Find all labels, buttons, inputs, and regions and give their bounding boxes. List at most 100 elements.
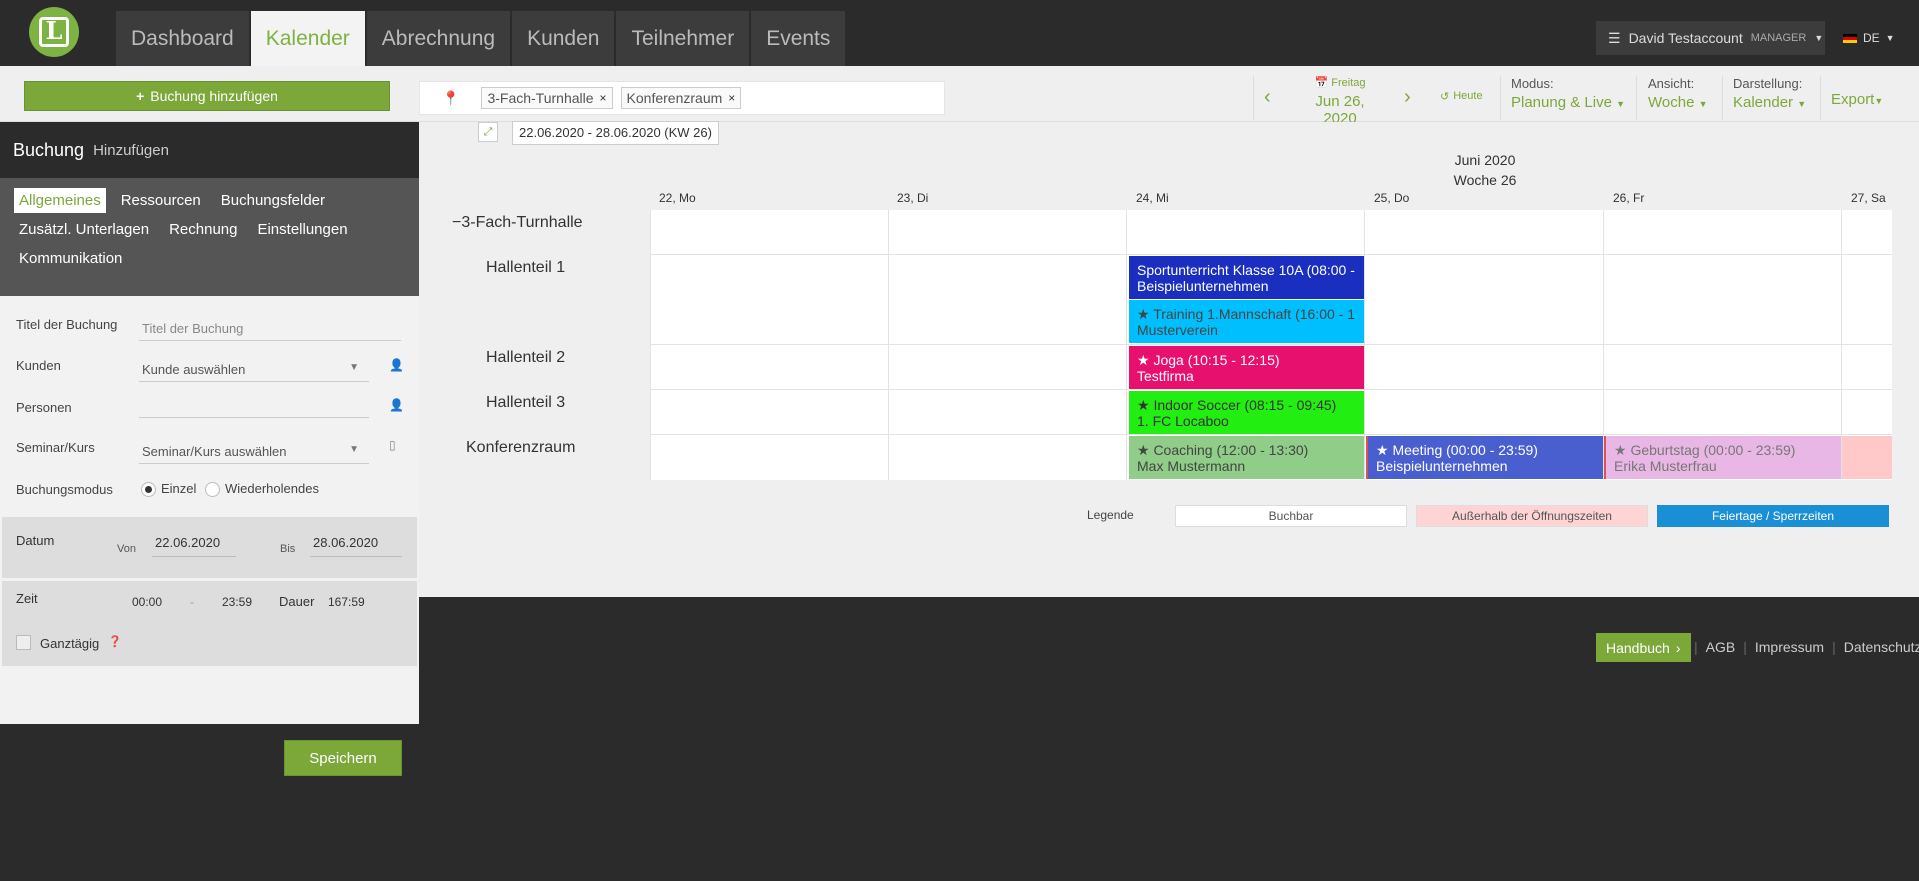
remove-filter-icon[interactable]: ×: [600, 91, 607, 105]
resource-konferenzraum: Konferenzraum: [466, 439, 576, 456]
sidebar-subtitle: Hinzufügen: [93, 141, 169, 159]
grid-line: [650, 389, 1892, 390]
von-date-input[interactable]: 22.06.2020: [152, 533, 236, 557]
chevron-down-icon: ▼: [349, 444, 359, 455]
link-datenschutz[interactable]: Datenschutz: [1844, 639, 1919, 655]
bis-date-input[interactable]: 28.06.2020: [310, 533, 402, 557]
event-customer: Testfirma: [1137, 368, 1194, 384]
footer-links: | AGB | Impressum | Datenschutz: [1694, 639, 1919, 655]
date-picker[interactable]: 📅 Freitag Jun 26, 2020: [1300, 76, 1380, 127]
main-nav-tabs: Dashboard Kalender Abrechnung Kunden Tei…: [116, 11, 846, 66]
tab-allgemeines[interactable]: Allgemeines: [14, 188, 106, 213]
sidebar-tabs: Allgemeines Ressourcen Buchungsfelder Zu…: [0, 178, 419, 296]
booking-sidebar: Buchung Hinzufügen Allgemeines Ressource…: [0, 122, 419, 724]
language-code: DE: [1863, 31, 1880, 45]
darstellung-selector[interactable]: Darstellung: Kalender ▼: [1733, 76, 1806, 111]
calendar-toolbar: + Buchung hinzufügen 📍 3-Fach-Turnhalle …: [0, 66, 1919, 127]
tab-kunden[interactable]: Kunden: [512, 11, 615, 66]
personen-input[interactable]: [139, 394, 369, 418]
zeit-from-input[interactable]: 00:00: [132, 595, 162, 609]
radio-wiederholend-label: Wiederholendes: [225, 481, 319, 496]
language-selector[interactable]: DE ▼: [1843, 21, 1895, 55]
zeit-to-input[interactable]: 23:59: [222, 595, 252, 609]
tab-ressourcen[interactable]: Ressourcen: [116, 188, 206, 213]
handbuch-button[interactable]: Handbuch ›: [1596, 633, 1691, 662]
event-sportunterricht[interactable]: Sportunterricht Klasse 10A (08:00 - Beis…: [1129, 256, 1364, 299]
remove-filter-icon[interactable]: ×: [728, 91, 735, 105]
tab-zusaetzl-unterlagen[interactable]: Zusätzl. Unterlagen: [14, 217, 154, 242]
resource-filter-input[interactable]: 📍 3-Fach-Turnhalle × Konferenzraum ×: [419, 81, 945, 115]
prev-week-arrow-icon[interactable]: ‹: [1264, 86, 1271, 109]
event-indoor-soccer[interactable]: ★ Indoor Soccer (08:15 - 09:45) 1. FC Lo…: [1129, 391, 1364, 434]
divider: [1820, 76, 1821, 120]
link-impressum[interactable]: Impressum: [1755, 639, 1824, 655]
user-menu-button[interactable]: ☰ David Testaccount MANAGER ▼: [1596, 21, 1825, 55]
resource-3-fach-turnhalle[interactable]: −3-Fach-Turnhalle: [452, 214, 583, 232]
document-icon[interactable]: ▯: [389, 438, 396, 452]
radio-wiederholend[interactable]: Wiederholendes: [205, 481, 319, 498]
add-person-icon[interactable]: 👤: [389, 398, 404, 412]
dauer-label: Dauer: [279, 594, 315, 609]
radio-wiederholend-icon: [205, 482, 220, 498]
expand-icon[interactable]: ⤢: [478, 122, 498, 142]
chevron-down-icon: ▼: [1885, 33, 1895, 43]
divider: [1636, 76, 1637, 120]
event-title: Sportunterricht Klasse 10A (08:00 -: [1137, 262, 1355, 278]
modus-label: Modus:: [1511, 76, 1554, 91]
legend-feiertage: Feiertage / Sperrzeiten: [1657, 505, 1889, 527]
kunden-select[interactable]: Kunde auswählen ▼: [139, 358, 369, 382]
tab-abrechnung[interactable]: Abrechnung: [366, 11, 511, 66]
darstellung-label: Darstellung:: [1733, 76, 1803, 91]
event-meeting[interactable]: ★ Meeting (00:00 - 23:59) Beispieluntern…: [1366, 436, 1603, 479]
modus-value: Planung & Live: [1511, 94, 1612, 111]
app-logo[interactable]: L: [29, 7, 79, 57]
radio-einzel[interactable]: Einzel: [141, 481, 196, 498]
month-label: Juni 2020: [1454, 152, 1516, 168]
date-weekday: Freitag: [1331, 77, 1366, 89]
event-coaching[interactable]: ★ Coaching (12:00 - 13:30) Max Musterman…: [1129, 436, 1364, 479]
user-role: MANAGER: [1750, 32, 1807, 44]
tab-dashboard[interactable]: Dashboard: [116, 11, 249, 66]
add-customer-icon[interactable]: 👤: [389, 358, 404, 372]
help-icon[interactable]: ❓: [108, 635, 122, 648]
tab-events[interactable]: Events: [751, 11, 846, 66]
tab-einstellungen[interactable]: Einstellungen: [252, 217, 352, 242]
tab-rechnung[interactable]: Rechnung: [164, 217, 242, 242]
tab-kalender[interactable]: Kalender: [250, 11, 365, 66]
save-button[interactable]: Speichern: [284, 740, 402, 776]
tab-kommunikation[interactable]: Kommunikation: [14, 246, 127, 271]
ganztaegig-checkbox[interactable]: [16, 635, 31, 650]
titel-input[interactable]: Titel der Buchung: [139, 317, 401, 341]
filter-chip-turnhalle: 3-Fach-Turnhalle ×: [481, 87, 613, 109]
datum-label: Datum: [16, 533, 55, 548]
calendar-weekday: 📅 Freitag: [1314, 77, 1366, 89]
titel-label: Titel der Buchung: [16, 317, 118, 332]
export-label: Export: [1831, 91, 1875, 108]
tab-teilnehmer[interactable]: Teilnehmer: [616, 11, 750, 66]
link-agb[interactable]: AGB: [1706, 639, 1736, 655]
grid-line: [650, 210, 651, 480]
seminar-select[interactable]: Seminar/Kurs auswählen ▼: [139, 440, 369, 464]
event-title: ★ Joga (10:15 - 12:15): [1137, 352, 1280, 368]
logo-letter: L: [39, 17, 69, 47]
plus-icon: +: [136, 88, 145, 104]
tab-buchungsfelder[interactable]: Buchungsfelder: [216, 188, 330, 213]
event-geburtstag[interactable]: ★ Geburtstag (00:00 - 23:59) Erika Muste…: [1604, 436, 1841, 479]
day-header: 26, Fr: [1613, 191, 1645, 205]
event-training[interactable]: ★ Training 1.Mannschaft (16:00 - 1 Muste…: [1129, 300, 1364, 343]
grid-line: [650, 434, 1892, 435]
ansicht-selector[interactable]: Ansicht: Woche ▼: [1648, 76, 1708, 111]
zeit-label: Zeit: [16, 591, 38, 606]
add-booking-button[interactable]: + Buchung hinzufügen: [24, 81, 390, 111]
filter-chip-label: Konferenzraum: [626, 90, 723, 106]
day-header: 24, Mi: [1136, 191, 1169, 205]
today-button[interactable]: ↺ Heute: [1440, 90, 1483, 103]
modus-selector[interactable]: Modus: Planung & Live ▼: [1511, 76, 1625, 111]
next-week-arrow-icon[interactable]: ›: [1404, 86, 1411, 109]
resource-hallenteil-1: Hallenteil 1: [486, 259, 566, 276]
event-title: ★ Geburtstag (00:00 - 23:59): [1614, 442, 1796, 458]
export-button[interactable]: Export▼: [1831, 91, 1883, 108]
week-label: Woche 26: [1453, 172, 1517, 188]
kunden-select-value: Kunde auswählen: [142, 362, 246, 377]
event-joga[interactable]: ★ Joga (10:15 - 12:15) Testfirma: [1129, 346, 1364, 389]
